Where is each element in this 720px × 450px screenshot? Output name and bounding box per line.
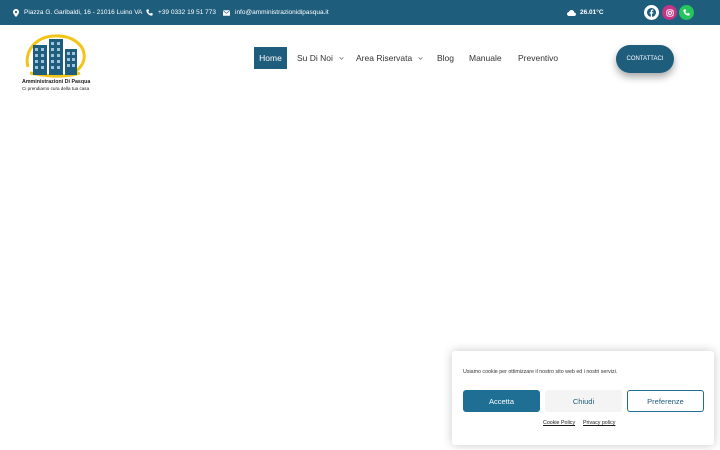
top-info-bar: Piazza G. Garibaldi, 16 - 21016 Luino VA… <box>0 0 720 25</box>
phone-info[interactable]: +39 0332 19 51 773 <box>146 0 216 25</box>
facebook-icon <box>647 8 656 17</box>
nav-item-label: Preventivo <box>518 53 559 63</box>
preferences-button[interactable]: Preferenze <box>627 390 704 412</box>
close-button[interactable]: Chiudi <box>545 390 622 412</box>
nav-item-su-di-noi[interactable]: Su Di Noi <box>297 47 344 69</box>
nav-item-area-riservata[interactable]: Area Riservata <box>356 47 423 69</box>
whatsapp-button[interactable] <box>679 5 694 20</box>
nav-item-manuale[interactable]: Manuale <box>469 47 502 69</box>
logo-tagline: Ci prendiamo cura della tua casa <box>22 86 90 91</box>
address-text: Piazza G. Garibaldi, 16 - 21016 Luino VA <box>24 9 143 16</box>
nav-item-preventivo[interactable]: Preventivo <box>518 47 558 69</box>
instagram-icon <box>665 8 674 17</box>
nav-item-home[interactable]: Home <box>254 47 287 69</box>
temperature-text: 26.01°C <box>580 9 604 16</box>
chevron-down-icon <box>339 56 344 60</box>
privacy-policy-link[interactable]: Privacy policy <box>583 420 615 426</box>
nav-item-label: Home <box>259 53 282 63</box>
cookie-message: Usiamo cookie per ottimizzare il nostro … <box>463 369 618 375</box>
cookie-consent-banner: Usiamo cookie per ottimizzare il nostro … <box>452 351 714 445</box>
nav-item-blog[interactable]: Blog <box>437 47 454 69</box>
whatsapp-phone-icon <box>683 9 690 16</box>
chevron-down-icon <box>418 56 423 60</box>
map-pin-icon <box>13 8 19 17</box>
nav-item-label: Area Riservata <box>356 53 413 63</box>
email-text[interactable]: info@amministrazionidipasqua.it <box>235 9 329 16</box>
address-info: Piazza G. Garibaldi, 16 - 21016 Luino VA <box>13 0 142 25</box>
nav-item-label: Su Di Noi <box>297 53 333 63</box>
cloud-icon <box>567 9 576 16</box>
accept-button[interactable]: Accetta <box>463 390 540 412</box>
nav-item-label: Blog <box>437 53 455 63</box>
phone-icon <box>146 9 153 16</box>
email-info[interactable]: info@amministrazionidipasqua.it <box>223 0 329 25</box>
logo-name: Amministrazioni Di Pasqua <box>22 79 91 85</box>
buildings-logo-icon <box>25 34 86 78</box>
weather-widget: 26.01°C <box>567 0 604 25</box>
contact-button[interactable]: CONTATTACI <box>616 45 674 73</box>
phone-text[interactable]: +39 0332 19 51 773 <box>158 9 216 16</box>
envelope-icon <box>223 9 230 16</box>
nav-item-label: Manuale <box>469 53 502 63</box>
cookie-policy-link[interactable]: Cookie Policy <box>543 420 575 426</box>
instagram-button[interactable] <box>662 5 677 20</box>
facebook-button[interactable] <box>644 5 659 20</box>
